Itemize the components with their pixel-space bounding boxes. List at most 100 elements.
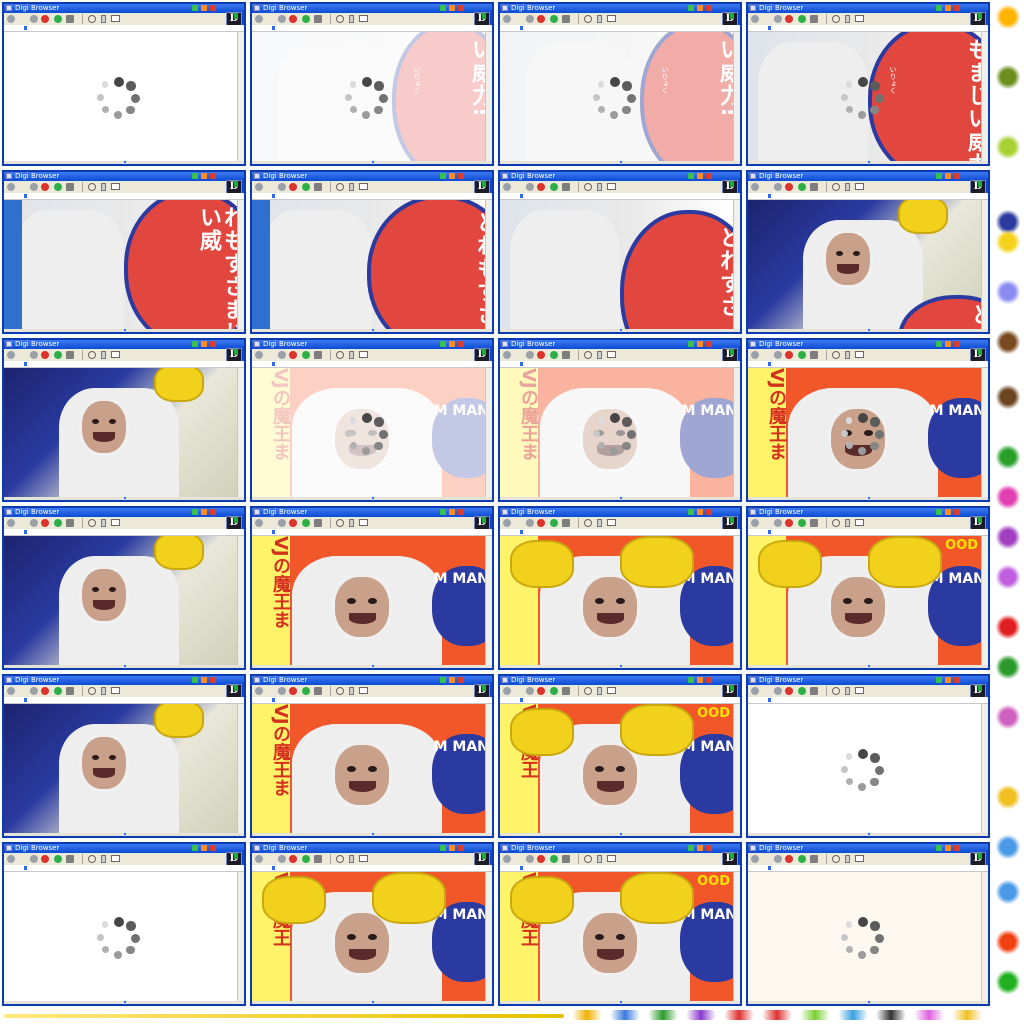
minimize-icon[interactable] [936, 677, 942, 683]
refresh-icon[interactable] [550, 183, 558, 191]
minimize-icon[interactable] [440, 5, 446, 11]
home-icon[interactable] [314, 183, 322, 191]
stop-icon[interactable] [41, 351, 49, 359]
vertical-scrollbar[interactable] [485, 368, 492, 497]
close-icon[interactable] [458, 5, 464, 11]
page-icon[interactable] [101, 519, 106, 527]
maximize-icon[interactable] [697, 341, 703, 347]
title-bar[interactable]: Digi Browser [748, 172, 988, 181]
mail-icon[interactable] [855, 351, 864, 358]
minimize-icon[interactable] [192, 677, 198, 683]
address-bar[interactable] [748, 349, 988, 368]
search-icon[interactable] [584, 15, 592, 23]
stop-icon[interactable] [289, 351, 297, 359]
minimize-icon[interactable] [688, 509, 694, 515]
address-bar[interactable] [500, 685, 740, 704]
back-icon[interactable] [503, 519, 511, 527]
home-icon[interactable] [66, 183, 74, 191]
refresh-icon[interactable] [54, 687, 62, 695]
forward-icon[interactable] [774, 855, 782, 863]
vertical-scrollbar[interactable] [733, 704, 740, 833]
maximize-icon[interactable] [201, 5, 207, 11]
vertical-scrollbar[interactable] [733, 872, 740, 1001]
back-icon[interactable] [7, 855, 15, 863]
page-icon[interactable] [597, 855, 602, 863]
back-icon[interactable] [255, 855, 263, 863]
close-icon[interactable] [706, 845, 712, 851]
refresh-icon[interactable] [798, 351, 806, 359]
search-icon[interactable] [832, 351, 840, 359]
title-bar[interactable]: Digi Browser [4, 172, 244, 181]
maximize-icon[interactable] [945, 173, 951, 179]
search-icon[interactable] [584, 687, 592, 695]
home-icon[interactable] [810, 519, 818, 527]
refresh-icon[interactable] [798, 687, 806, 695]
title-bar[interactable]: Digi Browser [252, 508, 492, 517]
back-icon[interactable] [751, 855, 759, 863]
search-icon[interactable] [88, 351, 96, 359]
title-bar[interactable]: Digi Browser [500, 172, 740, 181]
address-bar[interactable] [4, 517, 244, 536]
vertical-scrollbar[interactable] [733, 200, 740, 329]
close-icon[interactable] [954, 173, 960, 179]
title-bar[interactable]: Digi Browser [500, 4, 740, 13]
refresh-icon[interactable] [550, 855, 558, 863]
back-icon[interactable] [503, 183, 511, 191]
back-icon[interactable] [751, 183, 759, 191]
vertical-scrollbar[interactable] [485, 536, 492, 665]
forward-icon[interactable] [774, 519, 782, 527]
maximize-icon[interactable] [697, 5, 703, 11]
minimize-icon[interactable] [936, 509, 942, 515]
mail-icon[interactable] [359, 855, 368, 862]
stop-icon[interactable] [785, 687, 793, 695]
title-bar[interactable]: Digi Browser [748, 340, 988, 349]
maximize-icon[interactable] [449, 5, 455, 11]
address-bar[interactable] [252, 685, 492, 704]
maximize-icon[interactable] [945, 845, 951, 851]
stop-icon[interactable] [289, 855, 297, 863]
forward-icon[interactable] [278, 855, 286, 863]
page-icon[interactable] [845, 855, 850, 863]
refresh-icon[interactable] [302, 351, 310, 359]
search-icon[interactable] [88, 15, 96, 23]
forward-icon[interactable] [278, 519, 286, 527]
mail-icon[interactable] [855, 687, 864, 694]
maximize-icon[interactable] [449, 173, 455, 179]
close-icon[interactable] [954, 509, 960, 515]
stop-icon[interactable] [785, 183, 793, 191]
page-icon[interactable] [349, 183, 354, 191]
forward-icon[interactable] [526, 519, 534, 527]
mail-icon[interactable] [359, 687, 368, 694]
mail-icon[interactable] [359, 183, 368, 190]
vertical-scrollbar[interactable] [981, 872, 988, 1001]
maximize-icon[interactable] [449, 677, 455, 683]
search-icon[interactable] [832, 183, 840, 191]
search-icon[interactable] [88, 519, 96, 527]
minimize-icon[interactable] [936, 5, 942, 11]
page-icon[interactable] [101, 351, 106, 359]
title-bar[interactable]: Digi Browser [748, 508, 988, 517]
vertical-scrollbar[interactable] [237, 704, 244, 833]
address-bar[interactable] [4, 685, 244, 704]
address-bar[interactable] [252, 853, 492, 872]
close-icon[interactable] [458, 845, 464, 851]
address-bar[interactable] [500, 853, 740, 872]
mail-icon[interactable] [607, 15, 616, 22]
stop-icon[interactable] [41, 687, 49, 695]
back-icon[interactable] [255, 687, 263, 695]
vertical-scrollbar[interactable] [981, 368, 988, 497]
search-icon[interactable] [336, 687, 344, 695]
maximize-icon[interactable] [697, 173, 703, 179]
maximize-icon[interactable] [449, 845, 455, 851]
page-icon[interactable] [349, 351, 354, 359]
page-icon[interactable] [597, 519, 602, 527]
minimize-icon[interactable] [440, 341, 446, 347]
minimize-icon[interactable] [440, 677, 446, 683]
vertical-scrollbar[interactable] [733, 32, 740, 161]
search-icon[interactable] [336, 855, 344, 863]
back-icon[interactable] [751, 15, 759, 23]
close-icon[interactable] [458, 341, 464, 347]
refresh-icon[interactable] [798, 15, 806, 23]
search-icon[interactable] [336, 351, 344, 359]
minimize-icon[interactable] [688, 845, 694, 851]
